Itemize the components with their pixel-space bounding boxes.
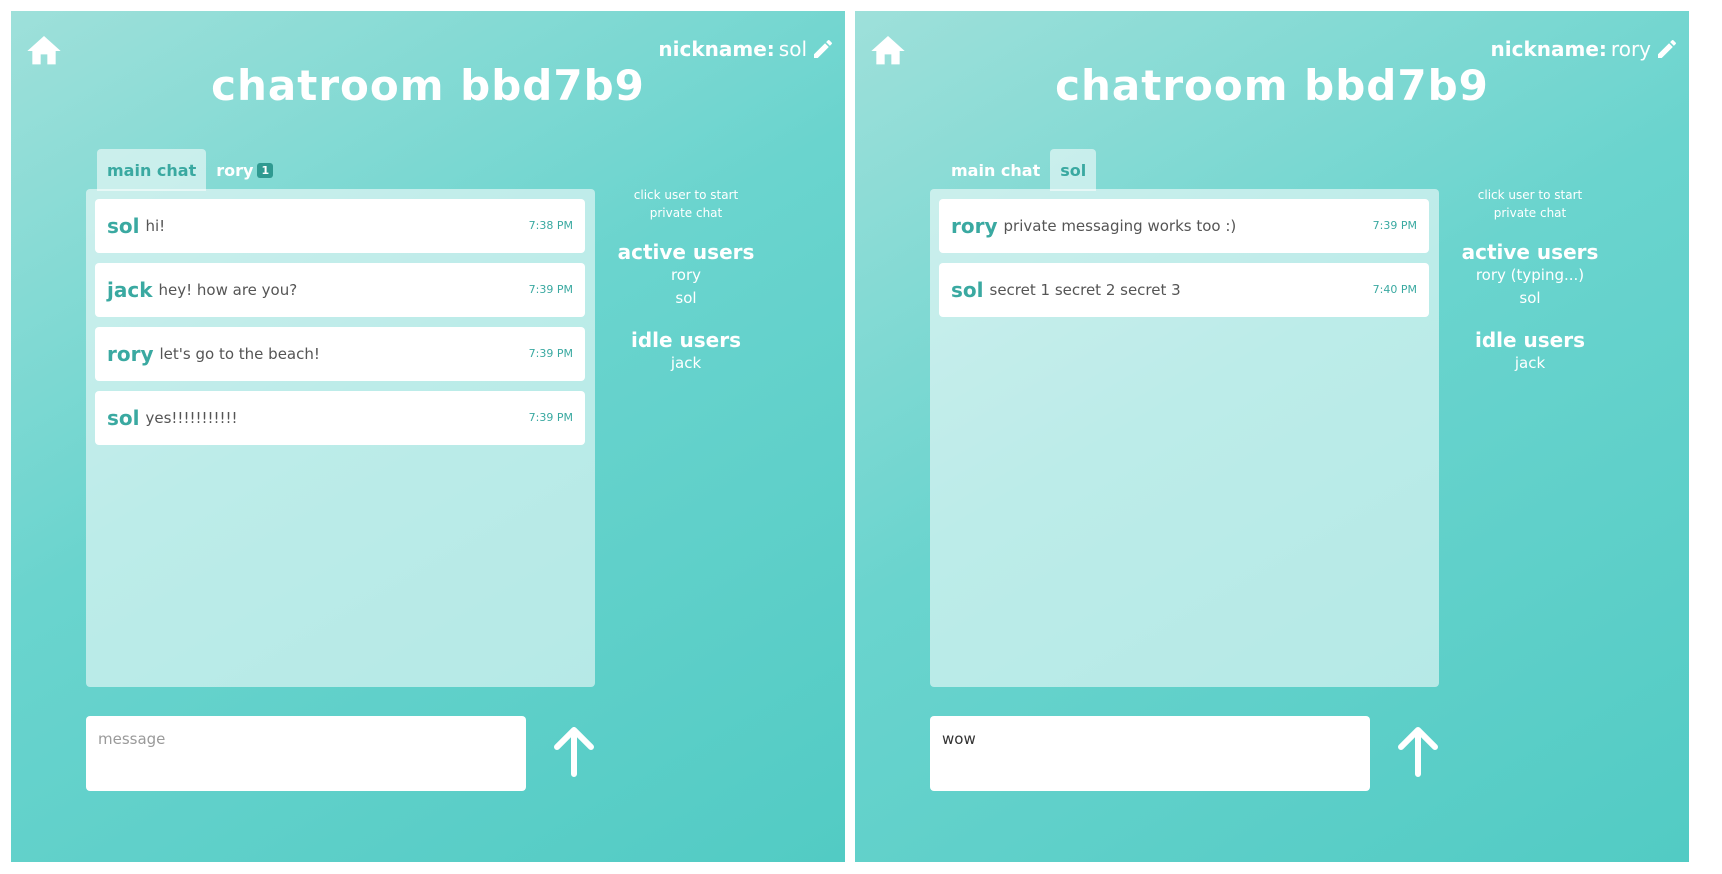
nickname-label: nickname: <box>658 37 775 61</box>
user-sidebar: click user to start private chat active … <box>606 186 766 375</box>
tab-rory[interactable]: rory 1 <box>206 149 283 191</box>
message-user: sol <box>107 406 140 430</box>
message-time: 7:39 PM <box>528 347 573 360</box>
arrow-up-icon <box>1398 727 1438 777</box>
pencil-icon <box>814 39 833 58</box>
nickname-value: rory <box>1610 37 1651 61</box>
message-user: sol <box>951 278 984 302</box>
message-user: sol <box>107 214 140 238</box>
private-chat-hint: click user to start private chat <box>1477 188 1583 220</box>
send-button[interactable] <box>1395 726 1441 778</box>
message-item: sol yes!!!!!!!!!!! 7:39 PM <box>95 391 585 445</box>
message-input[interactable] <box>86 716 526 791</box>
message-text: hey! how are you? <box>158 281 298 299</box>
nickname-display: nickname: rory <box>1491 37 1679 61</box>
tab-main-chat[interactable]: main chat <box>97 149 207 191</box>
edit-nickname-button[interactable] <box>811 37 835 61</box>
chat-tabs: main chat sol <box>941 149 1097 191</box>
message-list[interactable]: rory private messaging works too :) 7:39… <box>930 189 1439 687</box>
message-text: yes!!!!!!!!!!! <box>145 409 238 427</box>
idle-user-jack[interactable]: jack <box>1450 352 1610 375</box>
message-item: sol secret 1 secret 2 secret 3 7:40 PM <box>939 263 1429 317</box>
idle-users-heading: idle users <box>630 328 742 352</box>
message-item: rory private messaging works too :) 7:39… <box>939 199 1429 253</box>
user-sidebar: click user to start private chat active … <box>1450 186 1610 375</box>
message-text: secret 1 secret 2 secret 3 <box>989 281 1181 299</box>
message-time: 7:39 PM <box>528 283 573 296</box>
active-user-rory[interactable]: rory (typing...) <box>1450 264 1610 287</box>
active-user-sol[interactable]: sol <box>606 287 766 310</box>
chat-tabs: main chat rory 1 <box>97 149 283 191</box>
idle-user-jack[interactable]: jack <box>606 352 766 375</box>
message-list[interactable]: sol hi! 7:38 PM jack hey! how are you? 7… <box>86 189 595 687</box>
tab-label: main chat <box>951 161 1041 180</box>
arrow-up-icon <box>554 727 594 777</box>
message-text: hi! <box>145 217 166 235</box>
pencil-icon <box>1658 39 1677 58</box>
message-item: sol hi! 7:38 PM <box>95 199 585 253</box>
tab-main-chat[interactable]: main chat <box>941 149 1050 191</box>
active-user-sol[interactable]: sol <box>1450 287 1610 310</box>
message-user: rory <box>951 214 998 238</box>
message-item: rory let's go to the beach! 7:39 PM <box>95 327 585 381</box>
tab-label: rory <box>216 161 254 180</box>
tab-label: main chat <box>107 161 197 180</box>
private-chat-hint: click user to start private chat <box>633 188 739 220</box>
message-item: jack hey! how are you? 7:39 PM <box>95 263 585 317</box>
nickname-display: nickname: sol <box>658 37 835 61</box>
message-time: 7:39 PM <box>528 411 573 424</box>
message-time: 7:40 PM <box>1372 283 1417 296</box>
tab-sol[interactable]: sol <box>1050 149 1097 191</box>
message-time: 7:38 PM <box>528 219 573 232</box>
active-users-heading: active users <box>617 240 755 264</box>
message-time: 7:39 PM <box>1372 219 1417 232</box>
chat-panel-left: nickname: sol chatroom bbd7b9 main chat … <box>11 11 845 862</box>
send-button[interactable] <box>551 726 597 778</box>
message-text: let's go to the beach! <box>159 345 320 363</box>
nickname-label: nickname: <box>1490 37 1607 61</box>
message-user: rory <box>107 342 154 366</box>
idle-users-heading: idle users <box>1474 328 1586 352</box>
chatroom-title: chatroom bbd7b9 <box>211 61 645 110</box>
tab-label: sol <box>1060 161 1087 180</box>
edit-nickname-button[interactable] <box>1655 37 1679 61</box>
chatroom-title: chatroom bbd7b9 <box>1055 61 1489 110</box>
message-user: jack <box>107 278 153 302</box>
nickname-value: sol <box>778 37 807 61</box>
active-users-heading: active users <box>1461 240 1599 264</box>
message-text: private messaging works too :) <box>1003 217 1237 235</box>
chat-panel-right: nickname: rory chatroom bbd7b9 main chat… <box>855 11 1689 862</box>
message-input[interactable]: wow <box>930 716 1370 791</box>
active-user-rory[interactable]: rory <box>606 264 766 287</box>
unread-badge: 1 <box>257 163 274 178</box>
